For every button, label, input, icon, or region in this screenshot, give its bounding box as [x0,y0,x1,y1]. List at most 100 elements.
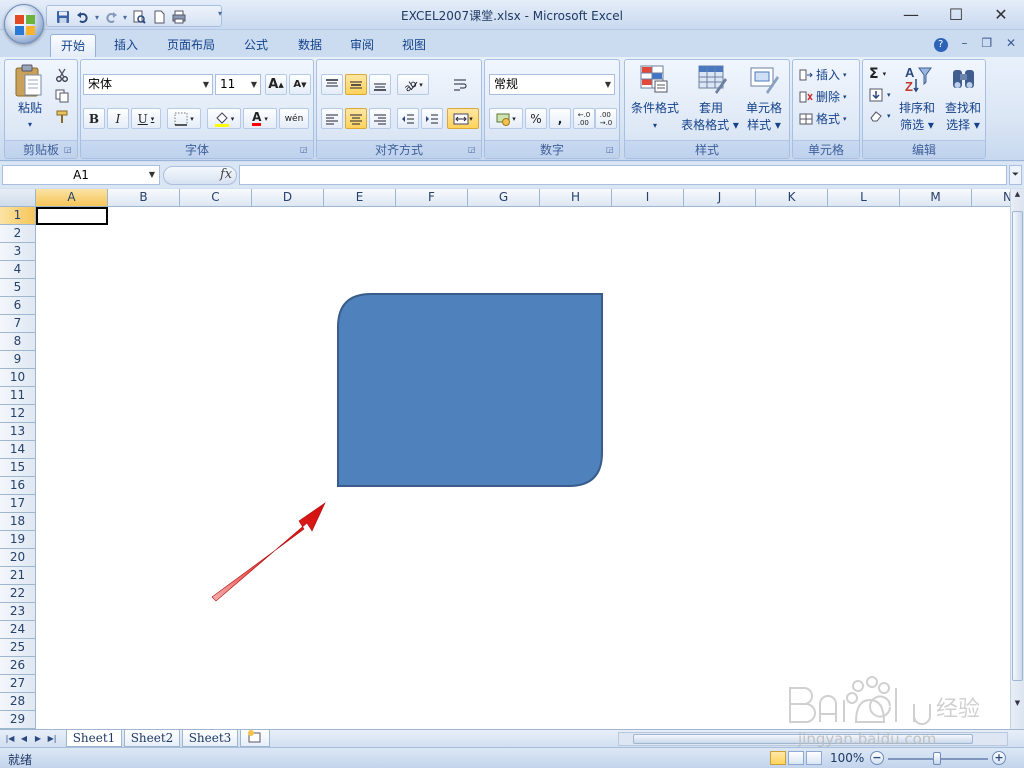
scroll-down-icon[interactable]: ▼ [1012,699,1023,711]
conditional-formatting-icon[interactable] [639,64,669,97]
column-header-f[interactable]: F [396,189,468,207]
align-top-icon[interactable] [321,74,343,95]
autosum-button[interactable]: Σ ▾ [869,66,886,82]
paste-button[interactable]: 粘贴 [11,100,49,117]
row-header-24[interactable]: 24 [0,621,36,639]
fill-button[interactable]: ▾ [869,88,891,102]
first-sheet-icon[interactable]: |◀ [4,732,16,746]
zoom-in-icon[interactable]: + [992,751,1006,765]
row-header-6[interactable]: 6 [0,297,36,315]
row-header-26[interactable]: 26 [0,657,36,675]
font-size-combo[interactable]: 11 ▼ [215,74,261,95]
column-header-g[interactable]: G [468,189,540,207]
decrease-decimal-icon[interactable]: .00 →.0 [595,108,617,129]
find-select-icon[interactable] [949,64,979,97]
tab-formulas[interactable]: 公式 [234,34,278,57]
row-header-12[interactable]: 12 [0,405,36,423]
insert-sheet-button[interactable] [240,730,270,747]
font-name-combo[interactable]: 宋体 ▼ [83,74,213,95]
horizontal-scrollbar[interactable] [618,732,1008,746]
paste-icon[interactable] [13,64,45,101]
accounting-format-button[interactable]: ▾ [489,108,523,129]
row-header-8[interactable]: 8 [0,333,36,351]
column-header-i[interactable]: I [612,189,684,207]
format-as-table-dropdown[interactable]: 表格格式 ▾ [677,117,743,134]
bold-button[interactable]: B [83,108,105,129]
align-bottom-icon[interactable] [369,74,391,95]
column-header-c[interactable]: C [180,189,252,207]
increase-decimal-icon[interactable]: ←.0.00 [573,108,595,129]
alignment-launcher-icon[interactable]: ◲ [468,145,478,155]
paste-dropdown-icon[interactable]: ▾ [11,116,49,133]
row-header-5[interactable]: 5 [0,279,36,297]
percent-button[interactable]: % [525,108,547,129]
increase-indent-icon[interactable] [421,108,443,129]
cell-styles-label[interactable]: 单元格 [737,100,791,117]
fill-color-button[interactable]: ▾ [207,108,241,129]
next-sheet-icon[interactable]: ▶ [32,732,44,746]
phonetic-guide-button[interactable]: wén [279,108,309,129]
find-select-dropdown[interactable]: 选择 ▾ [939,117,987,134]
last-sheet-icon[interactable]: ▶| [46,732,58,746]
tab-view[interactable]: 视图 [392,34,436,57]
row-header-15[interactable]: 15 [0,459,36,477]
name-box[interactable]: A1 ▼ [2,165,160,185]
insert-function-button[interactable]: fx [220,167,232,182]
align-center-icon[interactable] [345,108,367,129]
row-header-10[interactable]: 10 [0,369,36,387]
ribbon-restore-icon[interactable]: ❐ [981,36,992,50]
align-left-icon[interactable] [321,108,343,129]
office-button[interactable] [4,4,44,44]
ribbon-minimize-icon[interactable]: – [962,36,968,50]
row-header-29[interactable]: 29 [0,711,36,729]
borders-button[interactable]: ▾ [167,108,201,129]
sheet-tab-3[interactable]: Sheet3 [182,730,238,747]
row-header-7[interactable]: 7 [0,315,36,333]
minimize-button[interactable]: — [900,4,922,26]
format-cells-button[interactable]: 格式 ▾ [799,110,847,127]
row-header-11[interactable]: 11 [0,387,36,405]
shrink-font-button[interactable]: A ▼ [289,74,311,95]
number-launcher-icon[interactable]: ◲ [606,145,616,155]
format-as-table-label[interactable]: 套用 [683,100,739,117]
merge-center-button[interactable]: ▾ [447,108,479,129]
maximize-button[interactable]: ☐ [945,4,967,26]
grow-font-button[interactable]: A ▲ [265,74,287,95]
row-header-18[interactable]: 18 [0,513,36,531]
close-button[interactable]: ✕ [990,4,1012,26]
cut-icon[interactable] [51,64,73,85]
column-header-b[interactable]: B [108,189,180,207]
copy-icon[interactable] [51,85,73,106]
clear-button[interactable]: ▾ [869,110,891,122]
expand-formula-bar-icon[interactable]: ⏷ [1009,165,1022,185]
tab-page-layout[interactable]: 页面布局 [160,34,222,57]
column-header-n[interactable]: N [972,189,1012,207]
delete-cells-button[interactable]: 删除 ▾ [799,88,847,105]
ribbon-close-icon[interactable]: ✕ [1006,36,1016,50]
row-header-9[interactable]: 9 [0,351,36,369]
zoom-slider-thumb[interactable] [933,752,941,765]
vertical-scrollbar[interactable]: ▲ ▼ [1010,189,1024,729]
column-header-a[interactable]: A [36,189,108,207]
column-header-m[interactable]: M [900,189,972,207]
clipboard-launcher-icon[interactable]: ◲ [64,145,74,155]
column-header-d[interactable]: D [252,189,324,207]
sort-filter-label[interactable]: 排序和 [895,100,939,117]
row-header-23[interactable]: 23 [0,603,36,621]
rounded-rectangle-shape[interactable] [337,293,603,487]
decrease-indent-icon[interactable] [397,108,419,129]
row-header-1[interactable]: 1 [0,207,36,225]
row-header-20[interactable]: 20 [0,549,36,567]
row-header-17[interactable]: 17 [0,495,36,513]
row-header-13[interactable]: 13 [0,423,36,441]
row-header-16[interactable]: 16 [0,477,36,495]
normal-view-icon[interactable] [770,751,786,765]
conditional-formatting-label[interactable]: 条件格式 [625,100,685,117]
cell-styles-icon[interactable] [749,64,779,97]
sheet-tab-1[interactable]: Sheet1 [66,730,122,747]
row-header-21[interactable]: 21 [0,567,36,585]
column-header-l[interactable]: L [828,189,900,207]
insert-cells-button[interactable]: 插入 ▾ [799,66,847,83]
number-format-combo[interactable]: 常规 ▼ [489,74,615,95]
row-header-3[interactable]: 3 [0,243,36,261]
